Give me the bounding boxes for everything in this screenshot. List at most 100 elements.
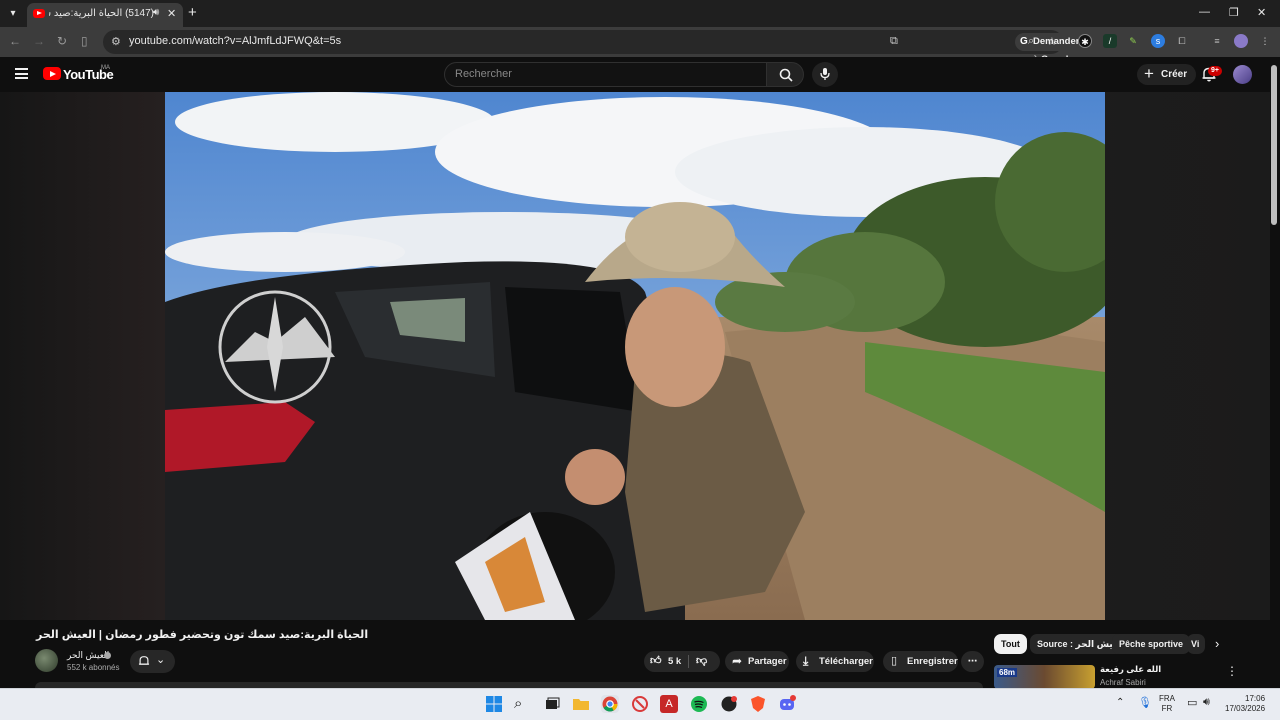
profile-icon[interactable] (1234, 34, 1248, 48)
recommended-video-channel[interactable]: Achraf Sabiri (1100, 678, 1146, 687)
app-letter-icon[interactable]: A (660, 695, 678, 713)
thumbs-down-icon: 👎︎ (696, 655, 708, 667)
extension-2-icon[interactable]: / (1103, 34, 1117, 48)
volume-icon[interactable]: 🔊︎ (1203, 696, 1210, 709)
chip-partial[interactable]: Vi (1187, 634, 1205, 654)
microphone-icon (820, 68, 830, 80)
new-tab-button[interactable]: + (188, 4, 197, 21)
video-title: الحياة البرية:صيد سمك تون وتحضير فطور رم… (36, 629, 369, 641)
windows-start-icon[interactable] (485, 695, 503, 713)
language-code: FRA (1159, 694, 1175, 703)
window-close-icon[interactable]: ✕ (1257, 6, 1266, 19)
reload-icon[interactable]: ↻ (57, 34, 67, 48)
extension-3-icon[interactable]: ✎ (1126, 34, 1140, 48)
channel-avatar[interactable] (35, 649, 58, 672)
speaker-icon[interactable]: 🔊︎ (153, 7, 159, 18)
video-player[interactable] (165, 92, 1105, 620)
youtube-favicon-icon (33, 9, 45, 18)
more-horizontal-icon: ⋯ (967, 656, 978, 667)
save-label: Enregistrer (907, 656, 958, 667)
bell-icon (138, 656, 150, 665)
spotify-icon[interactable] (690, 695, 708, 713)
address-url: youtube.com/watch?v=AlJmfLdJFWQ&t=5s (129, 35, 342, 47)
brave-icon[interactable] (749, 695, 767, 713)
dislike-button[interactable]: 👎︎ (696, 651, 716, 672)
tab-close-icon[interactable]: ✕ (167, 7, 176, 20)
bookmark-star-icon[interactable]: ☆ (1047, 35, 1057, 48)
thumbs-up-icon: 👍︎ (650, 655, 662, 667)
reading-list-icon[interactable]: ≡ (1210, 34, 1224, 48)
like-divider (688, 655, 689, 668)
forward-icon[interactable]: → (33, 34, 45, 48)
chip-peche-sportive[interactable]: Pêche sportive (1112, 634, 1191, 654)
zoom-icon[interactable]: ⌕ (1028, 35, 1034, 48)
create-button[interactable]: Créer (1137, 63, 1197, 85)
region-code: MA (101, 65, 110, 71)
share-button[interactable]: ➦ Partager (725, 651, 789, 672)
download-icon: ⤓ (803, 654, 809, 668)
chevron-down-icon: ⌄ (156, 654, 166, 666)
app-dark-circle-icon[interactable] (720, 695, 738, 713)
page-scrollbar[interactable] (1271, 65, 1277, 225)
file-explorer-icon[interactable] (572, 695, 590, 713)
app-red-circle-icon[interactable] (631, 695, 649, 713)
share-label: Partager (748, 656, 787, 667)
guide-menu-icon[interactable] (15, 68, 28, 79)
tab-title: (5147) الحياة البرية:صيد سمك (49, 8, 154, 19)
clock-time: 17:06 (1245, 694, 1266, 703)
site-info-icon[interactable]: ⚙ (111, 35, 121, 48)
extension-1-icon[interactable]: ✱ (1078, 34, 1092, 48)
notification-count-badge: 9+ (1208, 66, 1222, 76)
chrome-icon[interactable] (601, 695, 619, 713)
more-actions-button[interactable]: ⋯ (961, 651, 984, 672)
chip-all[interactable]: Tout (994, 634, 1027, 654)
subscription-notifications-button[interactable]: ⌄ (130, 650, 175, 673)
thumbnail-badge: 68m (997, 668, 1018, 677)
like-button[interactable]: 👍︎ 5 k (650, 651, 688, 672)
tray-overflow-icon[interactable]: ⌃ (1116, 697, 1124, 708)
system-clock[interactable]: 17:06 17/03/2026 (1225, 694, 1265, 714)
subscriber-count: 552 k abonnés (67, 663, 120, 672)
recommended-video-title[interactable]: الله على رفيعة (1100, 664, 1161, 675)
search-button[interactable] (766, 62, 804, 87)
account-avatar[interactable] (1233, 65, 1252, 84)
taskbar-search-icon[interactable]: ⌕ (514, 695, 532, 713)
youtube-logo-icon[interactable] (43, 67, 61, 80)
split-view-icon[interactable]: ▯ (81, 34, 88, 48)
like-dislike-group: 👍︎ 5 k 👎︎ (644, 651, 720, 672)
back-icon[interactable]: ← (9, 34, 21, 48)
bookmark-icon: ▯ (891, 655, 898, 667)
like-count: 5 k (668, 656, 682, 667)
voice-search-button[interactable] (812, 62, 838, 87)
chips-next-icon[interactable]: › (1215, 636, 1219, 651)
search-box (444, 62, 767, 87)
channel-name[interactable]: العيش الحر (67, 650, 109, 661)
recommended-video-thumbnail[interactable]: 68m (994, 665, 1095, 689)
task-view-icon[interactable] (543, 695, 561, 713)
extensions-puzzle-icon[interactable]: ⧠ (1175, 34, 1189, 48)
tray-microphone-icon[interactable]: 🎙︎ (1138, 696, 1152, 709)
browser-menu-icon[interactable]: ⋮ (1258, 34, 1272, 48)
clock-date: 17/03/2026 (1225, 704, 1266, 713)
search-icon (779, 68, 793, 82)
maximize-icon[interactable]: ❐ (1229, 6, 1239, 19)
save-button[interactable]: ▯ Enregistrer (883, 651, 958, 672)
search-input[interactable] (455, 68, 755, 80)
youtube-header: YouTube MA Créer 9+ (0, 57, 1280, 92)
video-frame-image (165, 92, 1105, 620)
cast-icon[interactable]: ⧉ (890, 35, 898, 48)
download-label: Télécharger (819, 656, 873, 667)
download-button[interactable]: ⤓ Télécharger (796, 651, 874, 672)
minimize-icon[interactable]: — (1199, 6, 1210, 18)
address-bar[interactable]: ⚙ youtube.com/watch?v=AlJmfLdJFWQ&t=5s ⧉… (103, 30, 1086, 65)
share-arrow-icon: ➦ (732, 654, 743, 668)
browser-tab-strip: ▾ (5147) الحياة البرية:صيد سمك 🔊︎ ✕ + — … (0, 0, 1280, 27)
recommended-more-icon[interactable]: ⋮ (1226, 664, 1238, 678)
discord-icon[interactable] (778, 695, 796, 713)
network-icon[interactable]: ▭ (1187, 696, 1197, 709)
tab-search-chevron-icon[interactable]: ▾ (4, 5, 22, 23)
extension-4-icon[interactable]: s (1151, 34, 1165, 48)
input-language[interactable]: FRA FR (1159, 694, 1175, 714)
browser-tab[interactable]: (5147) الحياة البرية:صيد سمك 🔊︎ ✕ (27, 3, 183, 27)
verified-icon (104, 652, 111, 659)
